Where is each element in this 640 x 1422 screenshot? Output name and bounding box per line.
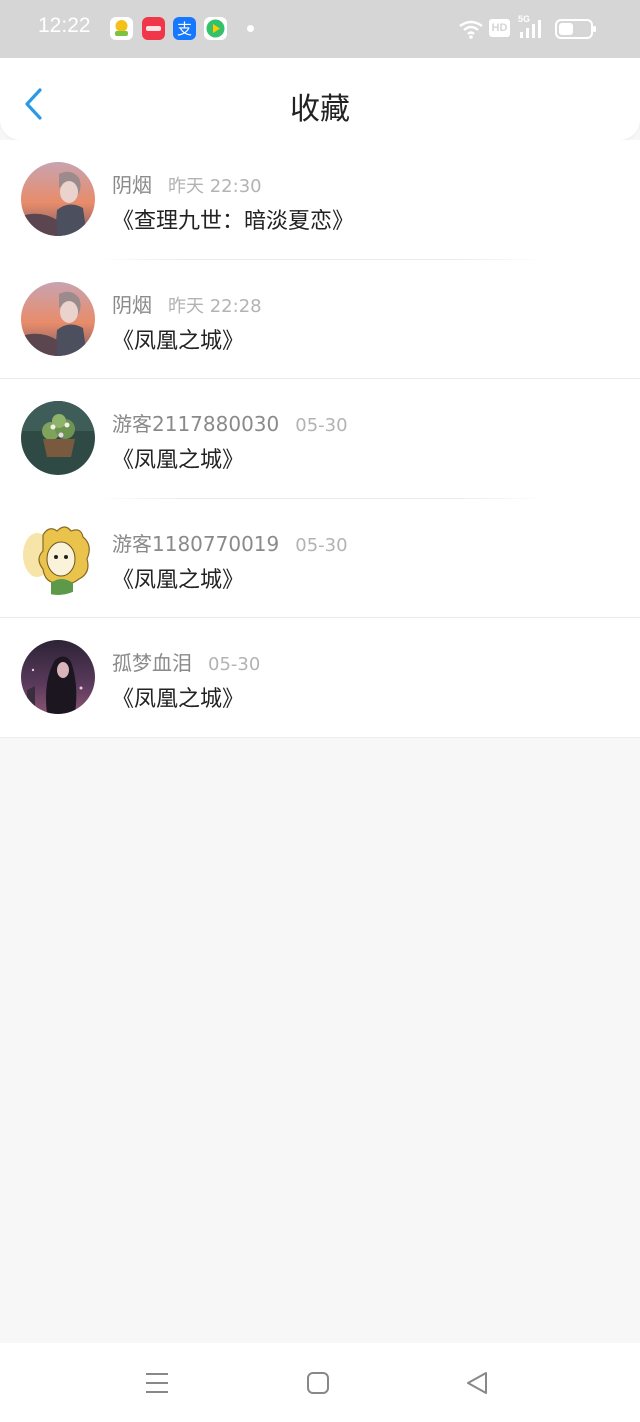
avatar — [21, 162, 95, 236]
timestamp: 昨天 22:30 — [168, 176, 262, 197]
avatar — [21, 401, 95, 476]
timestamp: 05-30 — [295, 415, 348, 437]
5g-signal-icon: 5G — [518, 14, 542, 40]
list-item[interactable]: 孤梦血泪 05-30 《凤凰之城》 — [0, 618, 640, 738]
user-row: 游客2117880030 05-30 — [112, 408, 348, 437]
list-item[interactable]: 阴烟 昨天 22:28 《凤凰之城》 — [0, 260, 640, 380]
page-title: 收藏 — [290, 92, 350, 127]
wifi-icon — [459, 20, 483, 39]
home-icon[interactable] — [306, 1370, 330, 1396]
battery-icon — [555, 19, 596, 39]
timestamp: 05-30 — [208, 654, 261, 676]
system-nav-bar — [0, 1343, 640, 1422]
menu-icon[interactable] — [145, 1370, 169, 1396]
divider — [0, 736, 640, 738]
book-title: 《查理九世：暗淡夏恋》 — [112, 209, 355, 234]
username: 阴烟 — [112, 292, 152, 317]
username: 孤梦血泪 — [112, 651, 192, 676]
notification-dot — [247, 25, 254, 32]
list-item[interactable]: 游客1180770019 05-30 《凤凰之城》 — [0, 499, 640, 619]
list-item[interactable]: 阴烟 昨天 22:30 《查理九世：暗淡夏恋》 — [0, 140, 640, 260]
avatar — [21, 281, 95, 356]
book-title: 《凤凰之城》 — [112, 687, 245, 713]
status-bar: 12:22 支 HD 5G — [0, 0, 640, 58]
list-item[interactable]: 游客2117880030 05-30 《凤凰之城》 — [0, 379, 640, 499]
user-row: 孤梦血泪 05-30 — [112, 647, 260, 676]
user-row: 阴烟 昨天 22:30 — [112, 169, 262, 198]
status-time: 12:22 — [38, 14, 91, 37]
avatar — [21, 520, 95, 595]
book-title: 《凤凰之城》 — [112, 567, 245, 593]
username: 游客2117880030 — [112, 412, 280, 437]
username: 游客1180770019 — [112, 531, 280, 556]
alipay-app-icon: 支 — [173, 17, 196, 40]
video-app-icon — [204, 17, 227, 40]
timestamp: 05-30 — [295, 534, 348, 556]
header: 收藏 — [0, 58, 640, 140]
alipay-glyph: 支 — [176, 21, 192, 38]
hd-icon: HD — [489, 19, 510, 37]
shopping-app-icon — [142, 17, 165, 40]
back-triangle-icon[interactable] — [465, 1370, 489, 1396]
book-title: 《凤凰之城》 — [112, 328, 245, 354]
user-row: 游客1180770019 05-30 — [112, 528, 348, 557]
book-title: 《凤凰之城》 — [112, 448, 245, 474]
favorites-list: 阴烟 昨天 22:30 《查理九世：暗淡夏恋》 阴烟 昨天 22:28 《凤凰之城》 — [0, 140, 640, 738]
avatar — [21, 640, 95, 715]
timestamp: 昨天 22:28 — [168, 295, 262, 317]
hd-label: HD — [491, 22, 508, 34]
weather-app-icon — [110, 17, 133, 40]
user-row: 阴烟 昨天 22:28 — [112, 289, 262, 318]
username: 阴烟 — [112, 173, 152, 197]
